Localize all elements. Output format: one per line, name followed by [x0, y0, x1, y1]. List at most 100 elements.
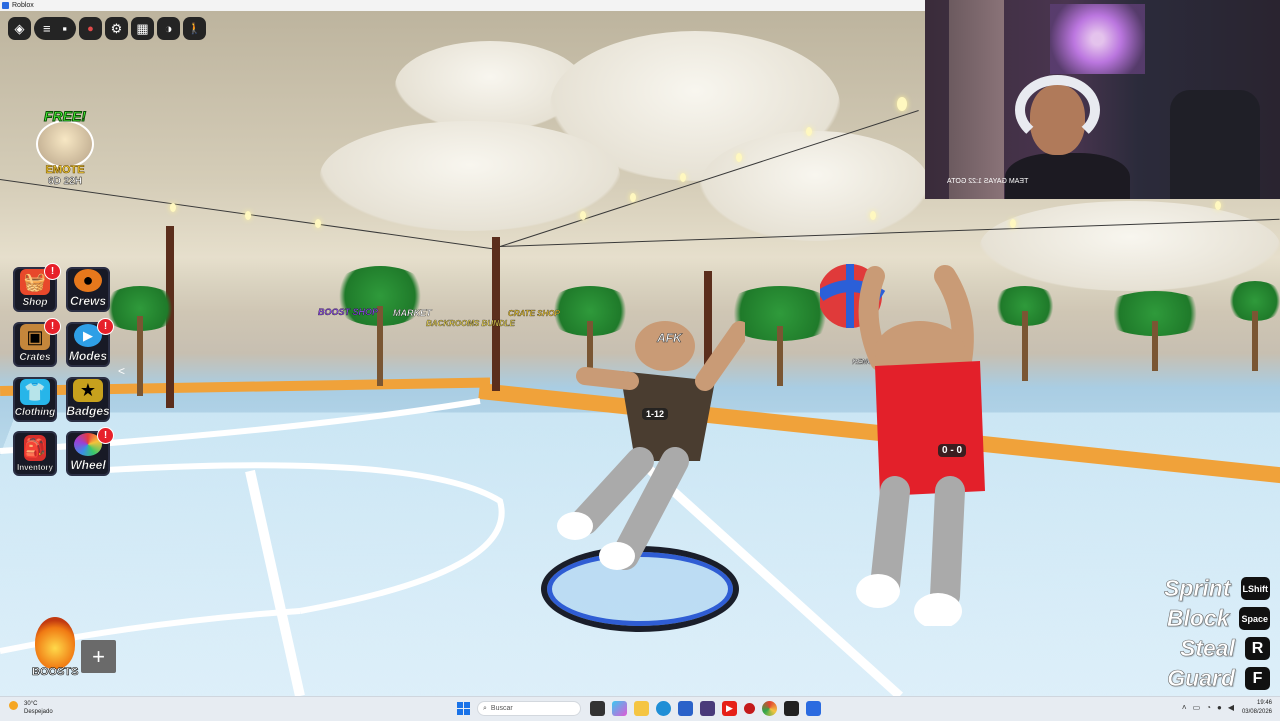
webcam-background-door — [949, 0, 1004, 199]
modes-label: Modes — [68, 349, 107, 363]
crews-label: Crews — [69, 294, 107, 308]
emote-walk-button[interactable]: 🚶 — [183, 17, 206, 40]
voice-mute-button[interactable]: ● — [79, 17, 102, 40]
clothing-button[interactable]: 👕 Clothing — [13, 377, 57, 422]
light-bulb — [315, 219, 321, 228]
copilot-icon[interactable] — [612, 701, 627, 716]
youtube-icon[interactable]: ▶ — [722, 701, 737, 716]
search-icon: ⌕ — [483, 704, 487, 712]
alert-badge: ! — [44, 318, 61, 335]
taskbar-apps: ▶ — [590, 701, 821, 716]
basketball-icon: ● — [74, 269, 102, 292]
palm-tree — [1100, 291, 1210, 371]
sun-icon — [9, 701, 18, 710]
inventory-label: Inventory — [16, 463, 53, 472]
badges-label: Badges — [66, 404, 110, 418]
store-icon[interactable] — [678, 701, 693, 716]
promo-timer: 6D 22H — [48, 176, 82, 187]
file-explorer-icon[interactable] — [634, 701, 649, 716]
modes-button[interactable]: ▶ Modes ! — [66, 318, 114, 367]
calendar-button[interactable]: ▦ — [131, 17, 154, 40]
add-boost-button[interactable]: + — [81, 640, 116, 673]
windows-start-button[interactable] — [457, 702, 470, 715]
microphone-icon[interactable]: ● — [1217, 703, 1222, 712]
battery-icon[interactable]: ▭ — [1193, 703, 1201, 712]
control-steal[interactable]: Steal R — [1180, 635, 1270, 662]
headphones-icon — [1015, 75, 1100, 145]
menu-chat-group[interactable]: ≡ ▪ — [34, 17, 76, 40]
camera-button[interactable]: ◑ — [157, 17, 180, 40]
chevron-up-icon[interactable]: ˄ — [1182, 703, 1187, 712]
afk-player-character[interactable] — [545, 321, 745, 581]
inventory-button[interactable]: 🎒 Inventory — [13, 431, 57, 476]
taskbar-clock[interactable]: 19:46 03/08/2026 — [1242, 699, 1272, 717]
network-icon[interactable]: ◔ — [1206, 703, 1211, 712]
world-label-crate-shop: CRATE SHOP — [508, 309, 560, 318]
boosts-label: BOOSTS — [32, 666, 79, 679]
webcam-overlay: TEAM GAYAS 1:22 GOTA — [925, 0, 1280, 199]
task-view-icon[interactable] — [590, 701, 605, 716]
palm-tree — [330, 266, 430, 386]
control-name: Sprint — [1164, 575, 1231, 602]
roblox-taskbar-icon[interactable] — [806, 701, 821, 716]
taskbar-search[interactable]: ⌕ Buscar — [477, 701, 581, 716]
control-key: F — [1245, 667, 1270, 690]
control-name: Guard — [1167, 665, 1235, 692]
wheel-button[interactable]: Wheel ! — [66, 427, 114, 476]
crates-button[interactable]: ▣ Crates ! — [13, 318, 61, 367]
chrome-icon[interactable] — [762, 701, 777, 716]
light-bulb — [806, 127, 812, 136]
light-bulb — [1010, 219, 1016, 228]
microphone-icon: ● — [87, 22, 94, 35]
palm-tree — [100, 286, 180, 396]
webcam-overlay-text: TEAM GAYAS 1:22 GOTA — [947, 178, 1029, 185]
windows-taskbar: 30°C Despejado ⌕ Buscar ▶ ˄ ▭ ◔ ● ◀ 19:4… — [0, 696, 1280, 721]
boosts-button[interactable]: BOOSTS — [32, 617, 79, 679]
light-pole — [492, 237, 500, 391]
search-placeholder: Buscar — [490, 705, 513, 712]
afk-label: AFK — [657, 331, 682, 346]
crews-button[interactable]: ● Crews — [66, 267, 110, 312]
clock-time: 19:46 — [1256, 700, 1272, 706]
light-bulb — [245, 211, 251, 220]
control-name: Block — [1166, 605, 1230, 632]
clothing-label: Clothing — [14, 407, 56, 418]
palm-tree — [1225, 281, 1280, 371]
calendar-icon: ▦ — [136, 20, 149, 36]
collapse-menu-arrow-icon[interactable]: < — [118, 364, 125, 378]
player-nametag-score: 1-12 — [642, 408, 669, 420]
light-bulb — [870, 211, 876, 220]
shop-button[interactable]: 🧺 Shop ! — [13, 263, 61, 312]
control-key: LShift — [1240, 577, 1270, 600]
control-block[interactable]: Block Space — [1167, 605, 1270, 632]
light-bulb — [630, 193, 636, 202]
control-name: Steal — [1180, 635, 1236, 662]
control-key: Space — [1239, 607, 1270, 630]
volume-icon[interactable]: ◀ — [1228, 703, 1234, 712]
control-sprint[interactable]: Sprint LShift — [1164, 575, 1270, 602]
gear-icon: ⚙ — [110, 20, 123, 36]
hamburger-icon: ≡ — [42, 21, 51, 36]
wheel-label: Wheel — [70, 458, 106, 472]
badges-button[interactable]: ★ Badges — [66, 377, 110, 422]
alert-badge: ! — [97, 427, 114, 444]
edge-icon[interactable] — [656, 701, 671, 716]
plus-icon: + — [92, 643, 105, 669]
chat-icon: ▪ — [62, 21, 68, 36]
webcam-background-lights — [1050, 4, 1145, 74]
free-emote-promo[interactable]: FREE! EMOTE 6D 22H — [32, 108, 98, 187]
record-icon[interactable] — [744, 703, 755, 714]
system-tray: ˄ ▭ ◔ ● ◀ — [1182, 703, 1234, 712]
settings-button[interactable]: ⚙ — [105, 17, 128, 40]
walking-person-icon: 🚶 — [187, 23, 202, 35]
control-guard[interactable]: Guard F — [1167, 665, 1270, 692]
roblox-menu-button[interactable]: ◈ — [8, 17, 31, 40]
alert-badge: ! — [97, 318, 114, 335]
epic-games-icon[interactable] — [784, 701, 799, 716]
emote-label: EMOTE — [45, 164, 85, 177]
crates-label: Crates — [19, 352, 51, 363]
player-character-red[interactable] — [820, 256, 1000, 626]
weather-widget[interactable]: 30°C Despejado — [9, 700, 53, 716]
obs-icon[interactable] — [700, 701, 715, 716]
emote-avatar — [36, 120, 94, 168]
